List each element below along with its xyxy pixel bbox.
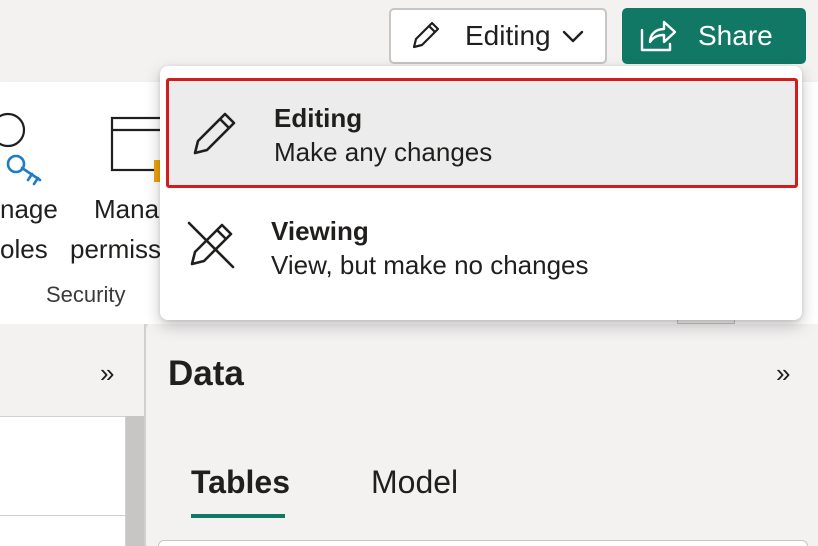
manage-roles-label-1[interactable]: nage	[0, 194, 58, 225]
manage-roles-icon	[0, 110, 54, 190]
left-pane-content	[0, 416, 126, 546]
mode-dropdown-button[interactable]: Editing	[389, 8, 607, 64]
share-button[interactable]: Share	[622, 8, 806, 64]
data-pane-title: Data	[168, 354, 244, 393]
menu-item-viewing-description: View, but make no changes	[271, 250, 589, 280]
menu-item-editing[interactable]: Editing Make any changes	[166, 78, 798, 188]
manage-permissions-label-2[interactable]: permiss	[70, 234, 161, 265]
app-window: Editing Share nage oles Mana permiss Sec…	[0, 0, 818, 546]
manage-permissions-label-1[interactable]: Mana	[94, 194, 159, 225]
data-pane: Data » Tables Model	[148, 324, 818, 546]
tab-model[interactable]: Model	[371, 464, 458, 501]
active-tab-indicator	[191, 514, 285, 518]
pencil-icon	[187, 107, 241, 161]
expand-data-pane-icon[interactable]: »	[776, 358, 790, 389]
menu-item-viewing-title: Viewing	[271, 216, 369, 246]
share-icon	[638, 16, 678, 56]
left-pane-scrollbar[interactable]	[126, 416, 144, 546]
menu-item-editing-title: Editing	[274, 103, 363, 133]
mode-label: Editing	[465, 20, 551, 51]
pencil-icon	[407, 18, 443, 54]
manage-roles-label-2[interactable]: oles	[0, 234, 48, 265]
mode-menu: Editing Make any changes Viewing View, b…	[160, 66, 802, 320]
chevron-down-icon	[561, 23, 587, 49]
ribbon-group-label: Security	[46, 282, 126, 307]
left-pane-divider	[0, 515, 126, 516]
menu-item-editing-description: Make any changes	[274, 137, 493, 167]
pencil-crossed-icon	[184, 218, 238, 272]
menu-item-viewing[interactable]: Viewing View, but make no changes	[166, 192, 798, 302]
left-pane: »	[0, 324, 146, 546]
share-label: Share	[698, 20, 773, 51]
data-search-box[interactable]	[158, 540, 808, 546]
expand-left-pane-icon[interactable]: »	[100, 358, 114, 389]
tab-tables[interactable]: Tables	[191, 464, 290, 501]
